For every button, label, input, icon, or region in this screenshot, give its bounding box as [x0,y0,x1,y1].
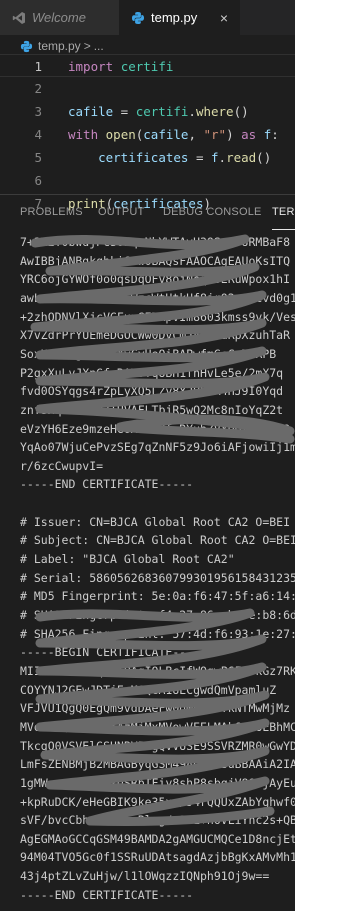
code-token: with [68,127,99,142]
background-strip [295,0,338,911]
terminal-line: X7vZdrPrYUEmeDGOCWw0DvCmJ4fxXuRpXzuhTaR [20,328,291,343]
code-line[interactable]: 2 [0,77,295,100]
terminal-line: LmFsZENBMjB2MBAGByqGSM49AgEGBSuBBAAiA2IA [20,757,295,772]
code-line[interactable]: 5 certificates = f.read() [0,146,295,169]
editor-tab-bar: Welcome temp.py × [0,0,295,35]
terminal-line: TkcgQ0VSVElGSUNBVEUgQVVUSE9SSVRZMR0wGwYD [20,738,295,753]
terminal-line: 94M04TVO5Gc0f1SSRuUDAtsagdAzjbBgKxAMvMh1… [20,850,295,865]
tab-temp-py[interactable]: temp.py × [119,0,240,35]
line-number: 1 [34,59,42,74]
code-text: cafile = certifi.where() [68,100,249,123]
terminal-line: YRC6ojGYWOf0o0qsDqOFv8ojNeqYsERuWpox1hI [20,272,291,287]
code-token: () [233,104,249,119]
code-token: . [188,104,196,119]
code-token: . [218,150,227,165]
code-token: f [211,150,219,165]
terminal-line: -----BEGIN CERTIFICATE----- [20,645,207,660]
close-tab-icon[interactable]: × [220,10,228,26]
terminal-line: sVF/bvcCbhoV9o8vvBlrg/x1I1+hOVLiYhc2s+QB [20,813,295,828]
code-token: import [68,59,114,74]
terminal-line: znfSxqxx4VcNJTUVAFLTbjR5wQ2Mc8nIoYqZ2t [20,402,284,417]
code-text: import certifi [68,55,173,78]
code-text: certificates = f.read() [68,146,271,169]
terminal-line: -----END CERTIFICATE----- [20,887,194,902]
terminal-line: # MD5 Fingerprint: 5e:0a:f6:47:5f:a6:14: [20,589,295,604]
code-text: with open(cafile, "r") as f: [68,123,279,146]
line-number: 3 [34,104,42,119]
terminal-line: # Serial: 586056268360799301956158431235 [20,570,295,585]
terminal-line: AgEGMAoGCCqGSM49BAMDA2gAMGUCMQCe1D8ncjEt [20,831,295,846]
line-number: 6 [34,173,42,188]
terminal-line: # SHA256 Fingerprint: 57:4d:f6:93:1e:27: [20,626,295,641]
terminal-line: 43j4ptZLvZuHjw/l1lOWqzzIQNph91Oj9w== [20,869,270,884]
code-token: "r" [203,127,227,142]
code-token: certifi [135,104,189,119]
terminal-line: VFJVU1QgQ0EgQm9vdDAeFw0gMDAwOTkNTMwMjMz [20,701,291,716]
code-token: ) [226,127,242,142]
code-token: , [188,127,204,142]
tab-welcome-label: Welcome [32,10,86,25]
terminal-line: awLoOPi2ifPkUdWvWzcWtHtkUf8jrQ2ntScvd0g1… [20,290,295,305]
breadcrumb-separator: > [83,39,91,53]
terminal-line: YqAo07WjuCePvzSEg7qZnNF5z9Jo6iAFjowiIj1m [20,440,295,455]
code-editor[interactable]: 1 import certifi 2 3 cafile = certifi.where(… [0,54,295,211]
code-token: () [256,150,272,165]
terminal-line: # Issuer: CN=BJCA Global Root CA2 O=BEI [20,514,291,529]
terminal-line: MVoXDTQ0MTIxMjAzMjMxMVowVEELMAkGA1UEBhMC [20,719,295,734]
terminal-line: # Subject: CN=BJCA Global Root CA2 O=BEI [20,533,295,548]
code-line[interactable]: 6 [0,169,295,192]
code-token: where [195,104,234,119]
vscode-logo-icon [12,11,26,25]
terminal-line: +2zhQDNVlXjcVGFuuGEDApvIm8603kmss9vk/Ves… [20,309,295,324]
code-token: certifi [120,59,174,74]
terminal-line: 1gMWqwowGt8iqxUSRbTFiy8shP8sbqjV8QnjAyEu [20,775,295,790]
terminal-line: # Label: "BJCA Global Root CA2" [20,552,235,566]
line-number: 5 [34,150,42,165]
terminal-line: AwIBBjANBgkqhkiG9w0BAQsFAAOCAgEAUoKsITQ [20,253,291,268]
line-number: 2 [34,81,42,96]
python-file-icon [131,11,145,25]
bottom-panel: PROBLEMS OUTPUT DEBUG CONSOLE TERMINAL 7… [0,194,295,911]
terminal-line: MIICJTCCAauqAwIBAgIQLBcIfWQqwP6FGFkGz7RK [20,663,295,678]
code-line[interactable]: 3 cafile = certifi.where() [0,100,295,123]
terminal-line: # SHA1 Fingerprint: f4:27:86:eb:6e:b8:6d [20,608,295,622]
code-token: as [241,127,257,142]
code-token: certificates [98,150,189,165]
terminal-line: r/6zcCwupvI= [20,458,104,473]
code-token: cafile [68,104,114,119]
terminal-line: 7+3M2T0bwdjPcSoEqcNkYWTAvH3OScAvURMBaF8 [20,235,291,249]
terminal-line: SoxUnMwZg2/NfaXvCyUeOiBAPwfmGcCcDsRPB [20,346,277,361]
terminal-output[interactable]: 7+3M2T0bwdjPcSoEqcNkYWTAvH3OScAvURMBaF8 A… [0,195,295,911]
terminal-line: P2gxXuLvJXnGfwRAMDfqUBH1fhHvLe5e/2mX7q [20,365,284,380]
terminal-line: eVzYH6Eze9mzeHGoA1DWdfsRYubZVYDQZQTOMd8 [20,421,291,436]
vscode-window: Welcome temp.py × temp.py > ... 1 import … [0,0,295,911]
terminal-line: fvd0OSYqgs4rZpLyXQ5LZy8Y2UErM4HJ9I0Yqd [20,384,284,399]
code-token: : [271,127,279,142]
terminal-line: -----END CERTIFICATE----- [20,477,194,492]
breadcrumb-symbol[interactable]: ... [94,39,104,53]
code-token: = [113,104,136,119]
tab-temp-py-label: temp.py [151,10,198,25]
python-file-icon [20,40,33,53]
code-line[interactable]: 1 import certifi [0,54,295,77]
code-token: cafile [143,127,189,142]
breadcrumb-file[interactable]: temp.py [38,39,81,53]
code-token: = [188,150,211,165]
code-token: open [105,127,136,142]
code-line[interactable]: 4 with open(cafile, "r") as f: [0,123,295,146]
code-token: read [226,150,257,165]
terminal-line: COYYNJ2GEwJDTjEmMCQGA1UECgwdQmVpamluZ [20,682,277,697]
tab-welcome[interactable]: Welcome [0,0,119,35]
terminal-line: +kpRuDCK/eHeGBIK9ke35xe/J4rQQUxZAbYghwf0 [20,794,295,809]
line-number: 4 [34,127,42,142]
